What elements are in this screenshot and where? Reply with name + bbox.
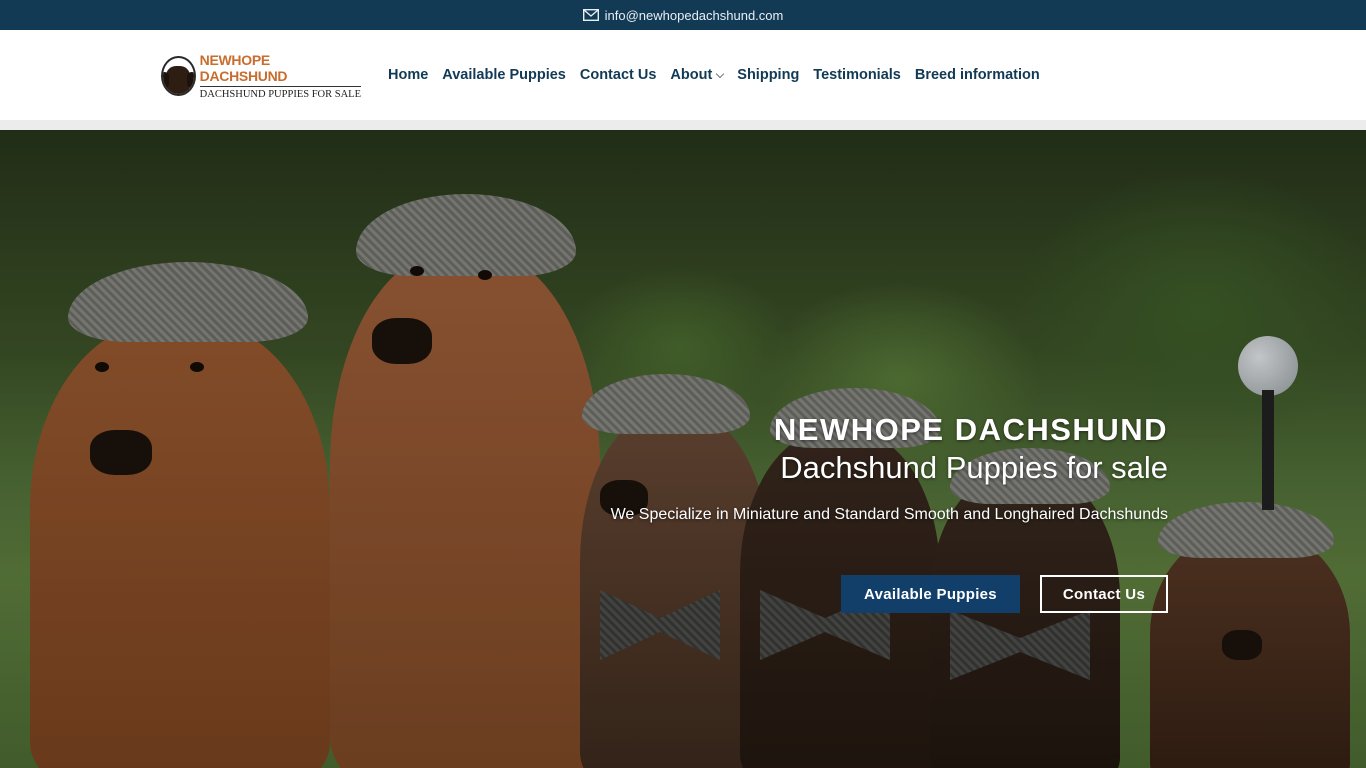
chevron-down-icon (716, 69, 725, 78)
hero-text-block: NEWHOPE DACHSHUND Dachshund Puppies for … (608, 412, 1168, 528)
site-logo[interactable]: NEWHOPE DACHSHUND DACHSHUND PUPPIES FOR … (161, 51, 361, 100)
nav-shipping[interactable]: Shipping (737, 67, 799, 83)
email-link[interactable]: info@newhopedachshund.com (582, 7, 784, 23)
dachshund-logo-icon (161, 56, 196, 96)
nav-contact-us[interactable]: Contact Us (580, 67, 657, 83)
email-address: info@newhopedachshund.com (604, 7, 784, 23)
contact-us-button[interactable]: Contact Us (1040, 575, 1168, 613)
logo-tagline: DACHSHUND PUPPIES FOR SALE (199, 88, 361, 100)
hero-buttons: Available Puppies Contact Us (841, 575, 1168, 613)
hero-subtitle: Dachshund Puppies for sale (780, 450, 1168, 485)
nav-about[interactable]: About (670, 67, 725, 83)
available-puppies-button[interactable]: Available Puppies (841, 575, 1020, 613)
mail-icon (582, 9, 599, 21)
hero-title: NEWHOPE DACHSHUND (773, 412, 1168, 447)
site-header: NEWHOPE DACHSHUND DACHSHUND PUPPIES FOR … (0, 30, 1366, 130)
nav-testimonials[interactable]: Testimonials (813, 67, 901, 83)
hero-description: We Specialize in Miniature and Standard … (610, 506, 1168, 523)
nav-home[interactable]: Home (388, 67, 428, 83)
nav-available-puppies[interactable]: Available Puppies (442, 67, 566, 83)
nav-about-label: About (670, 67, 713, 83)
header-divider (0, 120, 1366, 130)
hero-banner: NEWHOPE DACHSHUND Dachshund Puppies for … (0, 130, 1366, 768)
logo-brand: NEWHOPE DACHSHUND (199, 51, 288, 84)
top-bar: info@newhopedachshund.com (0, 0, 1366, 30)
nav-breed-information[interactable]: Breed information (915, 67, 1040, 83)
main-nav: Home Available Puppies Contact Us About … (388, 66, 1054, 84)
